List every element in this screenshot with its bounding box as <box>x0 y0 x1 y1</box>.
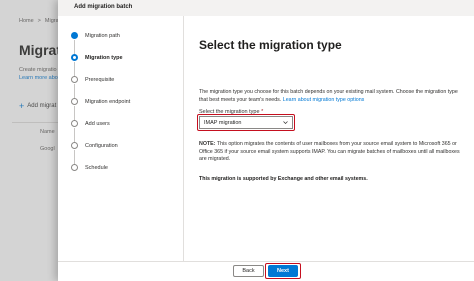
add-migration-batch-panel: Add migration batch Migration path Migra… <box>58 0 474 281</box>
step-connector <box>74 40 75 55</box>
step-schedule: Schedule <box>71 164 108 171</box>
empty-circle-icon <box>71 98 78 105</box>
step-label: Migration type <box>85 54 123 61</box>
panel-title: Add migration batch <box>74 4 133 10</box>
step-migration-endpoint: Migration endpoint <box>71 98 130 105</box>
note-text: This option migrates the contents of use… <box>199 141 460 162</box>
step-label: Migration endpoint <box>85 98 131 105</box>
panel-header: Add migration batch <box>58 0 474 16</box>
panel-divider <box>183 16 184 261</box>
learn-about-migration-types-link[interactable]: Learn about migration type options <box>283 97 365 103</box>
step-heading: Select the migration type <box>199 38 342 52</box>
empty-circle-icon <box>71 76 78 83</box>
step-configuration: Configuration <box>71 142 118 149</box>
back-button[interactable]: Back <box>233 265 264 277</box>
step-label: Configuration <box>85 142 118 149</box>
step-connector <box>74 84 75 99</box>
note-prefix: NOTE: <box>199 141 216 147</box>
step-add-users: Add users <box>71 120 110 127</box>
ring-circle-icon <box>71 54 78 61</box>
step-label: Add users <box>85 120 110 127</box>
step-prerequisite: Prerequisite <box>71 76 114 83</box>
step-label: Schedule <box>85 164 108 171</box>
selected-value: IMAP migration <box>204 119 242 126</box>
step-migration-path[interactable]: Migration path <box>71 32 120 39</box>
step-description: The migration type you choose for this b… <box>199 89 461 104</box>
step-connector <box>74 150 75 165</box>
migration-type-select[interactable]: IMAP migration <box>199 116 293 129</box>
footer-divider <box>58 261 474 262</box>
empty-circle-icon <box>71 164 78 171</box>
step-label: Prerequisite <box>85 76 115 83</box>
step-connector <box>74 128 75 143</box>
step-connector <box>74 62 75 77</box>
next-button[interactable]: Next <box>268 265 298 277</box>
support-note: This migration is supported by Exchange … <box>199 176 368 182</box>
filled-circle-icon <box>71 32 78 39</box>
wizard-steps: Migration path Migration type Prerequisi… <box>58 16 183 261</box>
chevron-down-icon <box>283 121 288 124</box>
step-label: Migration path <box>85 32 120 39</box>
empty-circle-icon <box>71 120 78 127</box>
migration-note: NOTE: This option migrates the contents … <box>199 141 461 164</box>
empty-circle-icon <box>71 142 78 149</box>
step-migration-type[interactable]: Migration type <box>71 54 123 61</box>
step-connector <box>74 106 75 121</box>
